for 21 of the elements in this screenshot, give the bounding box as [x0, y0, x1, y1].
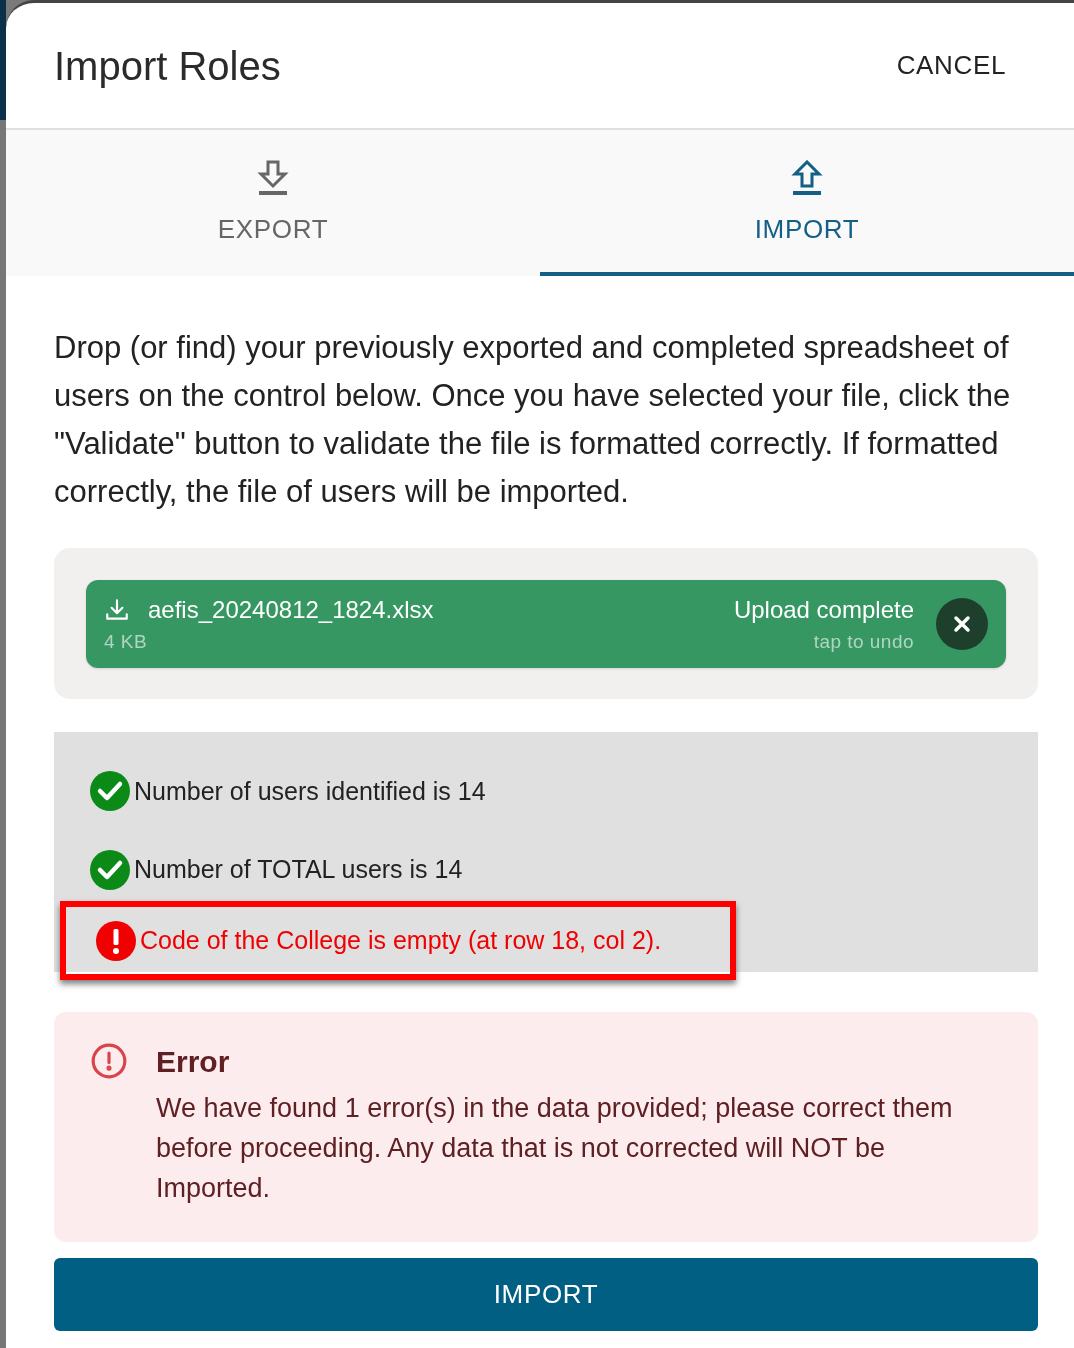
validation-message: Number of users identified is 14: [134, 775, 486, 807]
alert-message: We have found 1 error(s) in the data provided; please correct them before proceeding. Any data that is not corrected will NOT be Imported.: [156, 1092, 954, 1205]
import-button[interactable]: IMPORT: [54, 1258, 1038, 1331]
cancel-button[interactable]: CANCEL: [896, 46, 1006, 85]
validation-message: Code of the College is empty (at row 18, col 2).: [140, 924, 662, 956]
undo-hint: tap to undo: [813, 629, 914, 654]
instructions-text: Drop (or find) your previously exported and completed spreadsheet of users on the control below. Once you have selected your file, click the "Validate" button to validate the file is formatted correctly. If formatted correctly, the file of users will be imported.: [54, 329, 1012, 511]
validation-message: Number of TOTAL users is 14: [134, 854, 463, 886]
tab[interactable]: EXPORT: [6, 130, 540, 276]
download-icon: [104, 596, 130, 623]
file-size: 4 KB: [104, 629, 149, 654]
close-icon: [952, 614, 972, 634]
error-icon: [90, 1042, 128, 1080]
file-name: aefis_20240812_1824.xlsx: [148, 594, 434, 625]
download-icon: [257, 160, 289, 196]
upload-status: Upload complete: [733, 594, 914, 625]
undo-button[interactable]: [936, 598, 988, 650]
alert-title: Error: [156, 1044, 231, 1080]
upload-icon: [791, 160, 823, 196]
tab[interactable]: IMPORT: [540, 130, 1074, 276]
dialog-title: Import Roles: [54, 42, 281, 90]
